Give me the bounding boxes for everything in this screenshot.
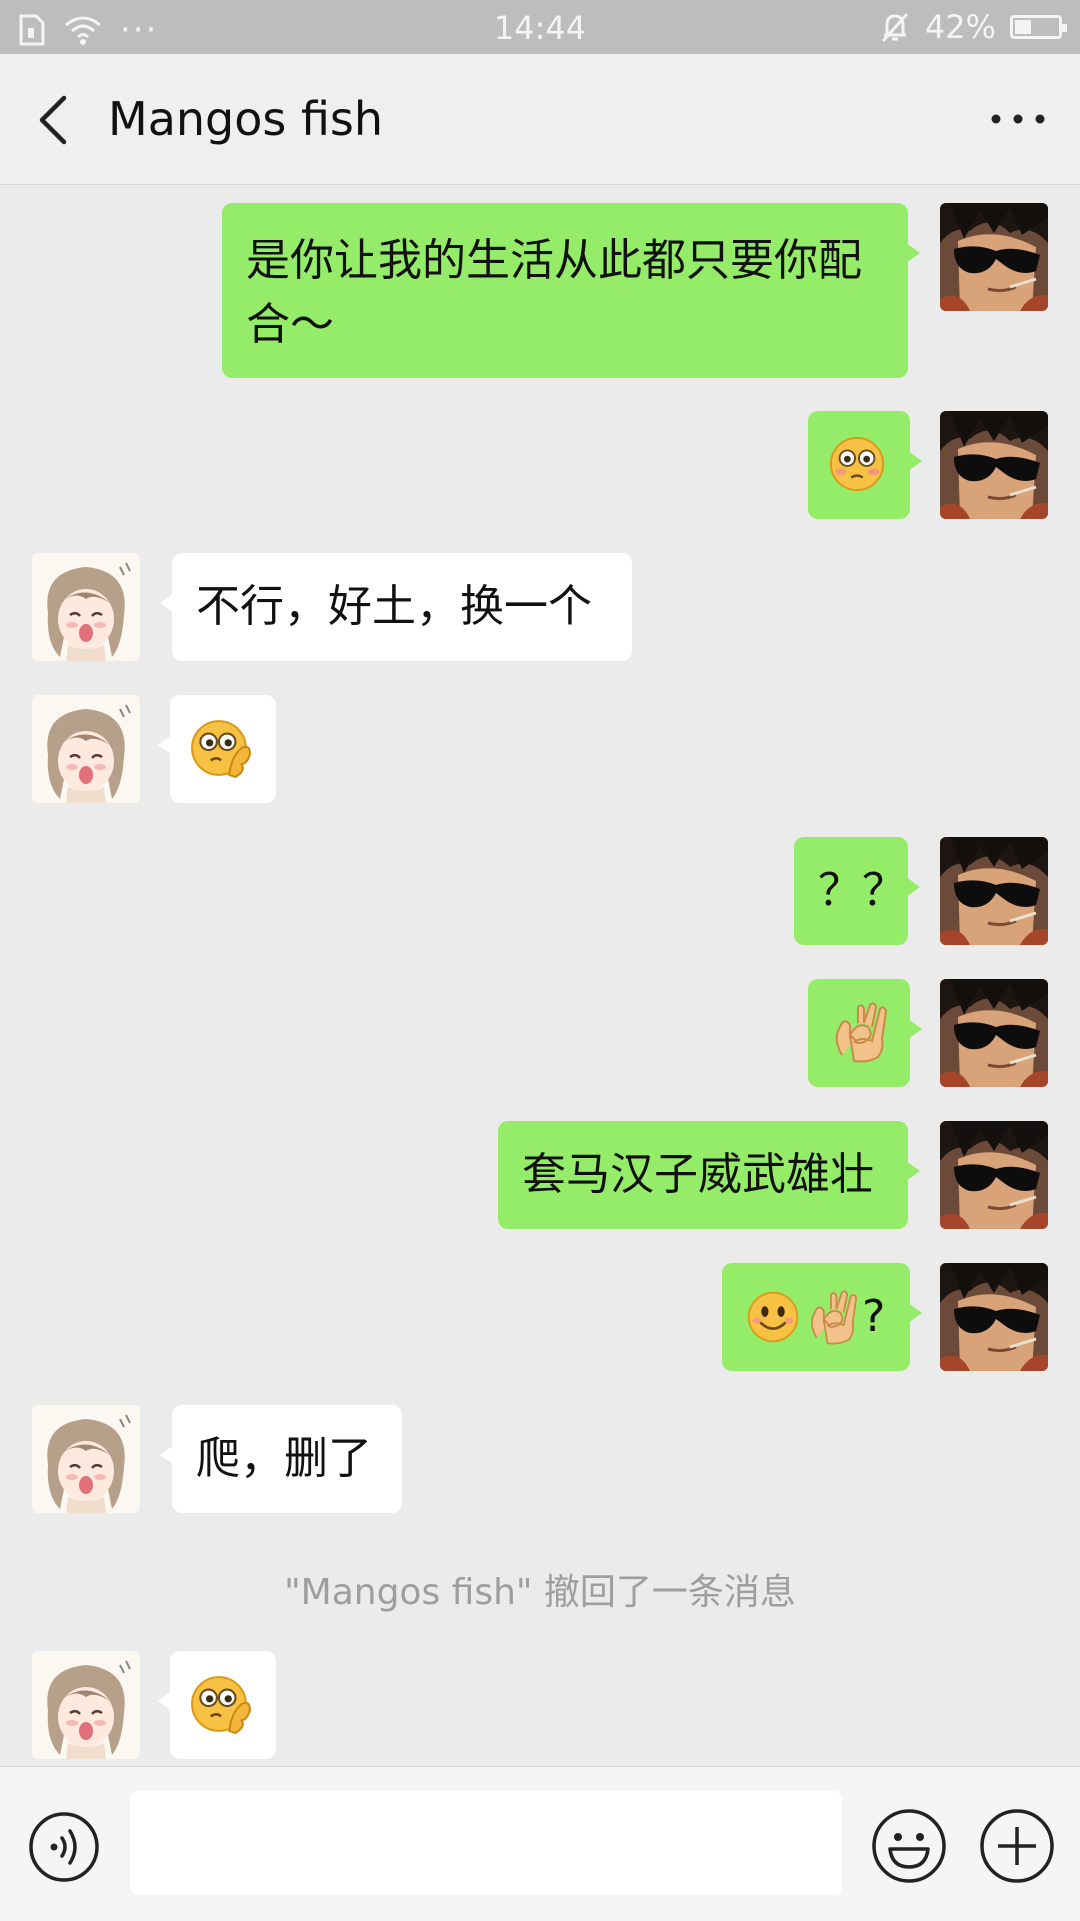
ok-hand-emoji — [835, 1002, 887, 1063]
message-text-line: 是你让我的生活从此都只要你配 — [246, 235, 862, 286]
avatar-self[interactable] — [940, 411, 1048, 519]
message-text-line: 爬，删了 — [196, 1433, 372, 1484]
status-bar: ··· 14:44 42% — [0, 0, 1080, 54]
recall-notice: "Mangos fish" 撤回了一条消息 — [284, 1572, 796, 1613]
thinking-face-emoji — [190, 719, 252, 779]
mute-bell-icon — [881, 13, 908, 42]
flushed-face-emoji — [829, 436, 885, 492]
avatar-self[interactable] — [940, 1263, 1048, 1371]
message-bubble-self[interactable] — [808, 411, 922, 519]
input-bar — [0, 1766, 1080, 1921]
message-bubble-self[interactable]: ？？ — [794, 837, 920, 945]
message-bubble-self[interactable]: 套马汉子威武雄壮 — [498, 1121, 920, 1229]
chat-title[interactable]: Mangos fish — [108, 92, 383, 146]
plus-icon[interactable] — [978, 1807, 1056, 1885]
battery-icon — [1010, 15, 1067, 39]
message-input[interactable] — [130, 1791, 842, 1895]
battery-percent: 42% — [924, 8, 996, 46]
avatar-self[interactable] — [940, 203, 1048, 311]
message-list[interactable]: 是你让我的生活从此都只要你配 合～ 不行，好土，换一个 ？？ 套马汉子威武雄壮 … — [0, 185, 1080, 1765]
message-bubble-other[interactable] — [158, 695, 276, 803]
message-bubble-self[interactable]: 是你让我的生活从此都只要你配 合～ — [222, 203, 920, 378]
ok-hand-emoji — [810, 1290, 858, 1345]
message-bubble-other[interactable] — [158, 1651, 276, 1759]
thinking-face-emoji — [190, 1675, 252, 1735]
avatar-other[interactable] — [32, 553, 140, 661]
message-text-line: 合～ — [246, 299, 334, 350]
message-bubble-self[interactable] — [808, 979, 922, 1087]
message-bubble-self[interactable]: ? — [722, 1263, 922, 1371]
message-text-line: ？？ — [818, 865, 906, 916]
avatar-self[interactable] — [940, 837, 1048, 945]
avatar-other[interactable] — [32, 695, 140, 803]
message-text-line: 套马汉子威武雄壮 — [522, 1149, 874, 1200]
avatar-other[interactable] — [32, 1651, 140, 1759]
smile-face-emoji — [747, 1291, 799, 1343]
avatar-self[interactable] — [940, 979, 1048, 1087]
avatar-other[interactable] — [32, 1405, 140, 1513]
message-text-line: 不行，好土，换一个 — [196, 581, 592, 632]
voice-icon[interactable] — [28, 1811, 100, 1883]
chevron-left-icon[interactable] — [30, 92, 80, 148]
emoji-icon[interactable] — [870, 1807, 948, 1885]
status-right-icons: 42% — [879, 8, 1067, 46]
more-dots-icon[interactable] — [988, 104, 1048, 134]
message-text: ? — [862, 1291, 886, 1342]
message-bubble-other[interactable]: 不行，好土，换一个 — [160, 553, 632, 661]
message-bubble-other[interactable]: 爬，删了 — [160, 1405, 402, 1513]
chat-header: Mangos fish — [0, 54, 1080, 185]
avatar-self[interactable] — [940, 1121, 1048, 1229]
